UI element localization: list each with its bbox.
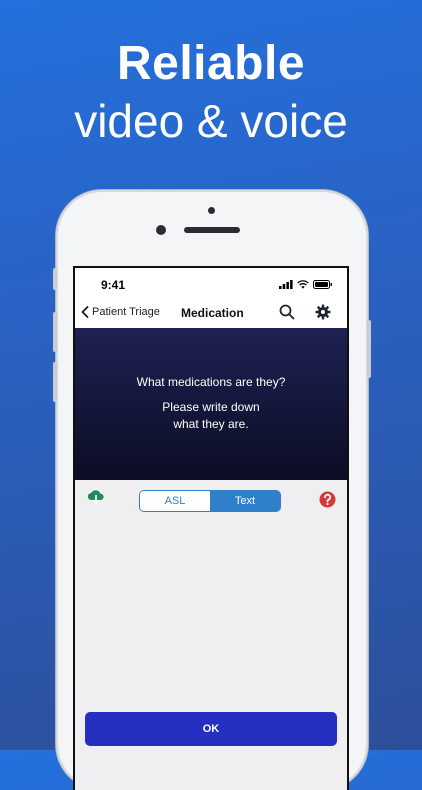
- mute-switch: [53, 268, 57, 290]
- prompt-question: What medications are they?: [136, 375, 286, 389]
- phone-frame: 9:41 Patient Triage Medication What medi…: [53, 190, 371, 790]
- nav-bar: Patient Triage Medication: [75, 298, 347, 329]
- front-camera: [156, 225, 166, 235]
- status-bar: 9:41: [75, 268, 347, 298]
- volume-up-button: [53, 312, 57, 352]
- input-mode-segmented-control: ASL Text: [139, 490, 281, 512]
- chevron-left-icon: [81, 306, 89, 318]
- search-icon[interactable]: [279, 304, 295, 325]
- help-icon[interactable]: [319, 491, 336, 513]
- segment-asl[interactable]: ASL: [140, 491, 210, 511]
- segment-text[interactable]: Text: [210, 491, 280, 511]
- headline-subtitle: video & voice: [74, 95, 348, 147]
- back-button[interactable]: Patient Triage: [81, 306, 160, 318]
- status-time: 9:41: [101, 278, 126, 292]
- proximity-sensor: [208, 207, 215, 214]
- cellular-signal-icon: [279, 280, 293, 289]
- cloud-download-icon[interactable]: [87, 489, 105, 510]
- volume-down-button: [53, 362, 57, 402]
- headline-title: Reliable: [116, 37, 306, 90]
- phone-screen: 9:41 Patient Triage Medication What medi…: [73, 266, 349, 790]
- prompt-instruction-line2: what they are.: [173, 417, 249, 431]
- response-toolbar: ASL Text: [75, 480, 347, 522]
- back-button-label: Patient Triage: [92, 306, 160, 318]
- earpiece-speaker: [184, 227, 240, 233]
- ok-button[interactable]: OK: [85, 712, 337, 746]
- status-icons: [279, 280, 333, 289]
- battery-icon: [313, 280, 332, 289]
- power-button: [367, 320, 371, 378]
- prompt-instruction-line1: Please write down: [162, 400, 260, 414]
- wifi-icon: [297, 280, 309, 289]
- gear-icon[interactable]: [315, 304, 331, 325]
- prompt-panel: What medications are they? Please write …: [75, 328, 347, 480]
- app-screen: 9:41 Patient Triage Medication What medi…: [75, 268, 347, 790]
- page-title: Medication: [181, 306, 244, 320]
